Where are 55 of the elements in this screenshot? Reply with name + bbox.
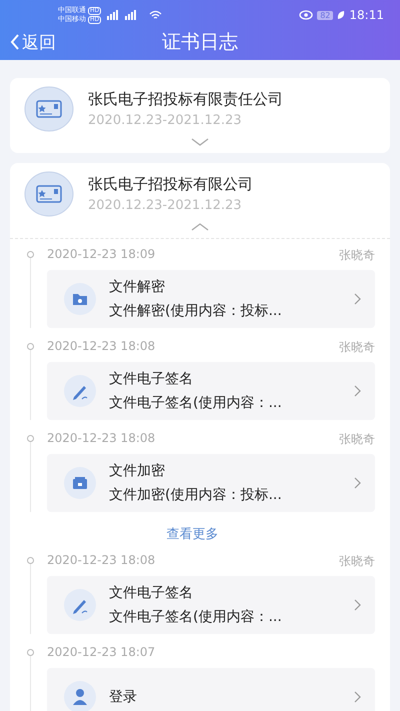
certificate-card-icon (24, 86, 74, 132)
leaf-icon (337, 10, 346, 20)
validity-period: 2020.12.23-2021.12.23 (88, 198, 243, 213)
log-entry[interactable]: 登录 (47, 668, 375, 711)
page-title: 证书日志 (162, 30, 238, 55)
log-time: 2020-12-23 18:07 (47, 645, 156, 661)
chevron-down-icon (191, 138, 209, 146)
log-entry[interactable]: 文件加密 文件加密(使用内容：投标... (47, 454, 375, 512)
timeline-dot (27, 557, 34, 564)
timeline-dot (27, 649, 34, 656)
log-detail: 文件电子签名(使用内容：... (109, 608, 283, 626)
wifi-icon (149, 10, 162, 20)
chevron-right-icon (354, 599, 361, 611)
certificate-name: 张氏电子招投标有限责任公司 (88, 90, 283, 109)
person-icon (63, 680, 97, 711)
chevron-up-icon (191, 223, 209, 231)
timeline-dot (27, 251, 34, 258)
chevron-right-icon (354, 293, 361, 305)
user-name: 张晓奇 (339, 339, 375, 356)
log-title: 文件加密 (109, 462, 166, 480)
user-name: 张晓奇 (339, 431, 375, 448)
eye-icon (299, 10, 314, 20)
log-detail: 文件加密(使用内容：投标... (109, 486, 283, 504)
validity-period: 2020.12.23-2021.12.23 (88, 113, 243, 128)
clock-time: 18:11 (349, 8, 384, 22)
log-entry[interactable]: 文件电子签名 文件电子签名(使用内容：... (47, 362, 375, 420)
user-name: 张晓奇 (339, 553, 375, 570)
view-more-link[interactable]: 查看更多 (166, 527, 218, 542)
log-title: 文件电子签名 (109, 584, 194, 602)
user-name: 张晓奇 (339, 247, 375, 264)
log-entry[interactable]: 文件电子签名 文件电子签名(使用内容：... (47, 576, 375, 634)
log-detail: 文件解密(使用内容：投标... (109, 302, 283, 320)
log-time: 2020-12-23 18:08 (47, 431, 156, 447)
timeline-dot (27, 343, 34, 350)
pen-icon (63, 374, 97, 408)
chevron-right-icon (354, 477, 361, 489)
timeline-dot (27, 435, 34, 442)
certificate-name: 张氏电子招投标有限公司 (88, 175, 253, 194)
log-time: 2020-12-23 18:08 (47, 553, 156, 569)
log-entry[interactable]: 文件解密 文件解密(使用内容：投标... (47, 270, 375, 328)
back-chevron-icon (10, 33, 20, 51)
log-title: 文件电子签名 (109, 370, 194, 388)
certificate-card-icon (24, 171, 74, 217)
chevron-right-icon (354, 385, 361, 397)
back-button[interactable]: 返回 (0, 30, 56, 54)
log-time: 2020-12-23 18:09 (47, 247, 156, 263)
pen-icon (63, 588, 97, 622)
chevron-right-icon (354, 691, 361, 703)
log-title: 登录 (109, 688, 138, 706)
folder-icon (63, 282, 97, 316)
log-title: 文件解密 (109, 278, 166, 296)
battery-level: 82 (317, 10, 334, 20)
log-time: 2020-12-23 18:08 (47, 339, 156, 355)
lock-box-icon (63, 466, 97, 500)
log-detail: 文件电子签名(使用内容：... (109, 394, 283, 412)
